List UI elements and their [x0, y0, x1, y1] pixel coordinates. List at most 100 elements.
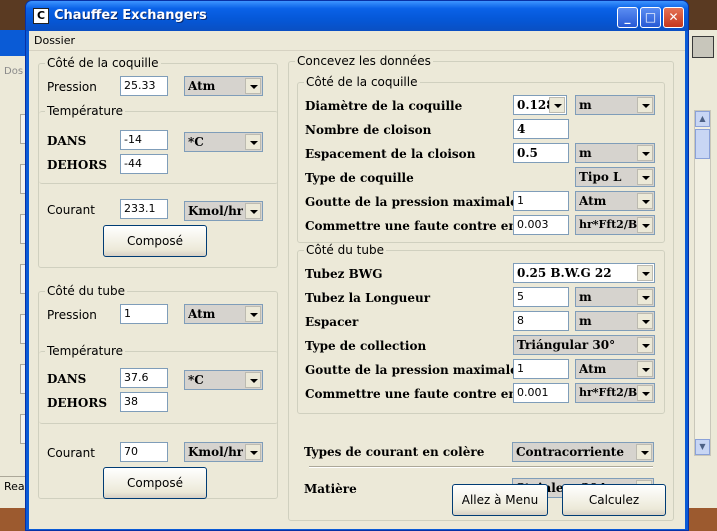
tube-max-drop-input[interactable]: 1 [513, 359, 569, 379]
tube-in-input[interactable]: 37.6 [120, 368, 168, 388]
tube-length-input[interactable]: 5 [513, 287, 569, 307]
baffle-spacing-unit-value: m [579, 146, 592, 160]
shell-out-input[interactable]: -44 [120, 154, 168, 174]
shell-side-title: Côté de la coquille [45, 56, 161, 70]
shell-flow-unit-select[interactable]: Kmol/hr [184, 201, 263, 221]
shell-max-drop-unit-value: Atm [579, 194, 607, 208]
tube-pitch-label: Espacer [305, 315, 359, 329]
maximize-button[interactable]: □ [640, 7, 661, 28]
design-shell-group: Côté de la coquille Diamètre de la coqui… [297, 75, 665, 243]
tube-bwg-value: 0.25 B.W.G 22 [517, 266, 612, 280]
tube-in-label: DANS [47, 372, 87, 386]
close-button[interactable]: ✕ [663, 7, 684, 28]
menu-bar: Dossier [29, 31, 685, 51]
calculate-button[interactable]: Calculez [562, 484, 666, 516]
chevron-down-icon[interactable] [637, 217, 653, 233]
tube-flow-unit-value: Kmol/hr [188, 445, 244, 459]
tube-max-drop-unit-select[interactable]: Atm [575, 359, 655, 379]
baffle-spacing-label: Espacement de la cloison [305, 147, 476, 161]
go-to-menu-button[interactable]: Allez à Menu [452, 484, 548, 516]
scroll-thumb[interactable] [695, 129, 710, 159]
tube-pressure-unit-select[interactable]: Atm [184, 304, 263, 324]
shell-in-unit-select[interactable]: *C [184, 132, 263, 152]
menu-dossier[interactable]: Dossier [34, 34, 75, 47]
tube-layout-select[interactable]: Triángular 30° [513, 335, 655, 355]
chevron-down-icon[interactable] [637, 193, 653, 209]
shell-side-group: Côté de la coquille Pression 25.33 Atm T… [38, 56, 278, 268]
shell-diameter-unit-select[interactable]: m [575, 95, 655, 115]
chevron-down-icon[interactable] [245, 134, 261, 150]
tube-length-label: Tubez la Longueur [305, 291, 431, 305]
chevron-down-icon[interactable] [637, 385, 653, 401]
chevron-down-icon[interactable] [637, 97, 653, 113]
tube-temperature-title: Température [45, 344, 126, 358]
shell-max-drop-input[interactable]: 1 [513, 191, 569, 211]
chevron-down-icon[interactable] [637, 361, 653, 377]
minimize-button[interactable]: _ [617, 7, 638, 28]
tube-in-unit-select[interactable]: *C [184, 370, 263, 390]
chevron-down-icon[interactable] [245, 372, 261, 388]
baffle-count-input[interactable]: 4 [513, 119, 569, 139]
flow-type-label: Types de courant en colère [304, 445, 485, 459]
tube-max-drop-label: Goutte de la pression maximale [305, 363, 518, 377]
scroll-down-icon[interactable]: ▼ [695, 439, 710, 455]
flow-type-select[interactable]: Contracorriente [512, 442, 654, 462]
scroll-up-icon[interactable]: ▲ [695, 111, 710, 127]
tube-fouling-unit-select[interactable]: hr*Fft2/Btu [575, 383, 655, 403]
shell-type-select[interactable]: Tipo L [575, 167, 655, 187]
tube-max-drop-unit-value: Atm [579, 362, 607, 376]
tube-bwg-select[interactable]: 0.25 B.W.G 22 [513, 263, 655, 283]
chevron-down-icon[interactable] [637, 313, 653, 329]
shell-fouling-unit-value: hr*Fft2/Btu [579, 218, 637, 231]
shell-pressure-unit-select[interactable]: Atm [184, 76, 263, 96]
baffle-spacing-input[interactable]: 0.5 [513, 143, 569, 163]
shell-diameter-label: Diamètre de la coquille [305, 99, 463, 113]
shell-temperature-title: Température [45, 104, 126, 118]
tube-pressure-unit-value: Atm [188, 307, 216, 321]
tube-side-title: Côté du tube [45, 284, 127, 298]
background-scrollbar[interactable]: ▲ ▼ [694, 110, 711, 456]
tube-pressure-input[interactable]: 1 [120, 304, 168, 324]
tube-flow-unit-select[interactable]: Kmol/hr [184, 442, 263, 462]
tube-flow-label: Courant [47, 446, 95, 460]
material-label: Matière [304, 482, 357, 496]
chevron-down-icon[interactable] [636, 444, 652, 460]
tube-length-unit-value: m [579, 290, 592, 304]
tube-pitch-unit-select[interactable]: m [575, 311, 655, 331]
chevron-down-icon[interactable] [637, 169, 653, 185]
flow-type-value: Contracorriente [516, 445, 624, 459]
shell-compose-button[interactable]: Composé [103, 225, 207, 257]
chevron-down-icon[interactable] [245, 203, 261, 219]
shell-fouling-unit-select[interactable]: hr*Fft2/Btu [575, 215, 655, 235]
shell-in-input[interactable]: -14 [120, 130, 168, 150]
tube-out-input[interactable]: 38 [120, 392, 168, 412]
shell-fouling-input[interactable]: 0.003 [513, 215, 569, 235]
tube-side-group: Côté du tube Pression 1 Atm Température … [38, 284, 278, 499]
shell-pressure-input[interactable]: 25.33 [120, 76, 168, 96]
shell-out-label: DEHORS [47, 158, 107, 172]
chevron-down-icon[interactable] [549, 97, 565, 113]
tube-pitch-unit-value: m [579, 314, 592, 328]
shell-flow-input[interactable]: 233.1 [120, 199, 168, 219]
design-data-group: Concevez les données Côté de la coquille… [288, 54, 674, 521]
chevron-down-icon[interactable] [637, 265, 653, 281]
shell-pressure-unit-value: Atm [188, 79, 216, 93]
tube-layout-value: Triángular 30° [517, 338, 616, 352]
tube-flow-input[interactable]: 70 [120, 442, 168, 462]
title-bar[interactable]: C Chauffez Exchangers _ □ ✕ [26, 1, 688, 31]
tube-compose-button[interactable]: Composé [103, 467, 207, 499]
shell-in-label: DANS [47, 134, 87, 148]
tube-fouling-label: Commettre une faute contre en géné [305, 387, 513, 401]
chevron-down-icon[interactable] [637, 289, 653, 305]
tube-fouling-input[interactable]: 0.001 [513, 383, 569, 403]
tube-length-unit-select[interactable]: m [575, 287, 655, 307]
tube-pitch-input[interactable]: 8 [513, 311, 569, 331]
chevron-down-icon[interactable] [245, 306, 261, 322]
chevron-down-icon[interactable] [637, 337, 653, 353]
chevron-down-icon[interactable] [637, 145, 653, 161]
baffle-spacing-unit-select[interactable]: m [575, 143, 655, 163]
shell-diameter-select[interactable]: 0.128 [513, 95, 567, 115]
chevron-down-icon[interactable] [245, 444, 261, 460]
chevron-down-icon[interactable] [245, 78, 261, 94]
shell-max-drop-unit-select[interactable]: Atm [575, 191, 655, 211]
